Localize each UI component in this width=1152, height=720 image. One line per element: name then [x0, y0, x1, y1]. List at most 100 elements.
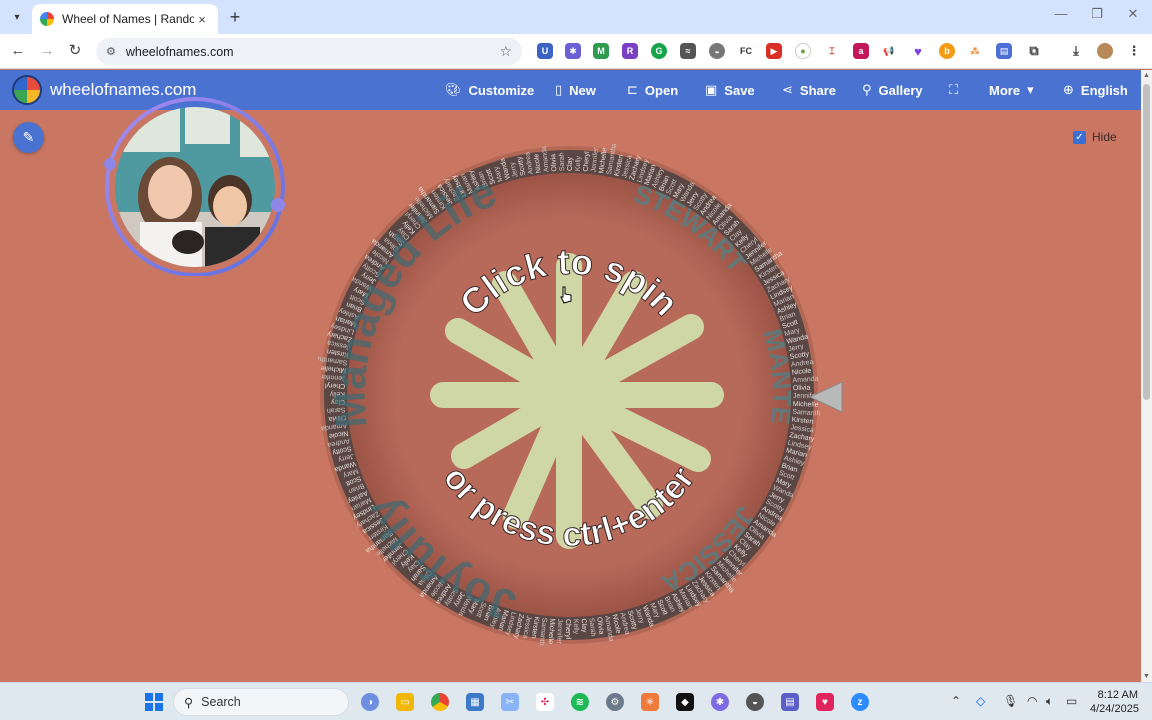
- file-icon: ▯: [555, 82, 563, 97]
- windows-taskbar: ⚲ Search ◑ ▭ ▦ ✂ ✣ ≋ ⚙ ✳ ◆ ✱ ◒ ▤ ♥ z ⌃ ◇…: [0, 682, 1152, 720]
- wheel-entry-label: Cheryl: [564, 619, 571, 640]
- microphone-icon[interactable]: 🎙︎: [1003, 694, 1018, 708]
- wheel-logo-icon[interactable]: [12, 75, 42, 105]
- page-scrollbar[interactable]: ▲ ▼: [1141, 70, 1152, 682]
- chevron-down-icon: ▾: [1027, 82, 1034, 97]
- customize-button[interactable]: 🎨︎ Customize: [445, 82, 534, 98]
- back-icon[interactable]: ←: [9, 42, 27, 60]
- extension-blue-icon[interactable]: ▤: [996, 43, 1012, 59]
- extension-video-icon[interactable]: ▶: [766, 43, 782, 59]
- hide-toggle[interactable]: ✓ Hide: [1073, 130, 1117, 144]
- calculator-icon[interactable]: ▦: [466, 693, 484, 711]
- webcam-overlay: [104, 97, 285, 276]
- edit-pencil-button[interactable]: ✎: [13, 122, 44, 153]
- teams-chat-icon[interactable]: ▤: [781, 693, 799, 711]
- scroll-down-arrow-icon[interactable]: ▼: [1143, 673, 1150, 680]
- url-text: wheelofnames.com: [125, 44, 234, 59]
- extension-b-icon[interactable]: b: [939, 43, 955, 59]
- taskbar-search-placeholder: Search: [201, 695, 241, 709]
- extension-m-icon[interactable]: M: [593, 43, 609, 59]
- webcam-handle[interactable]: [104, 158, 116, 170]
- wheel-entry-label: Jennifer: [555, 619, 563, 645]
- more-button[interactable]: More ▾: [989, 82, 1034, 98]
- address-bar[interactable]: ⚙ wheelofnames.com ☆: [96, 38, 522, 65]
- extension-grammarly-icon[interactable]: G: [651, 43, 667, 59]
- file-explorer-icon[interactable]: ▭: [396, 693, 414, 711]
- site-info-icon[interactable]: ⚙: [106, 45, 116, 58]
- spotify-icon[interactable]: ≋: [571, 693, 589, 711]
- copilot-icon[interactable]: ◑: [361, 693, 379, 711]
- extension-snowflake-taskbar-icon[interactable]: ✱: [711, 693, 729, 711]
- wheel-pointer-icon: [808, 381, 843, 413]
- new-tab-button[interactable]: +: [226, 8, 244, 26]
- wheel-entry-label: Kelly: [572, 619, 580, 635]
- settings-gear-icon[interactable]: ⚙: [606, 693, 624, 711]
- extensions-puzzle-icon[interactable]: ⧉: [1026, 43, 1042, 59]
- wheel-entry-label: Sarah: [559, 152, 567, 171]
- obs-icon[interactable]: ◒: [746, 693, 764, 711]
- capcut-icon[interactable]: ◆: [676, 693, 694, 711]
- fullscreen-icon: ⛶: [949, 82, 959, 97]
- extension-dot-icon[interactable]: ●: [795, 43, 811, 59]
- reload-icon[interactable]: ↻: [66, 42, 84, 60]
- save-button[interactable]: ▣ Save: [705, 82, 755, 98]
- extension-megaphone-icon[interactable]: 📢: [881, 43, 897, 59]
- fullscreen-button[interactable]: ⛶: [949, 82, 958, 98]
- claude-icon[interactable]: ✳: [641, 693, 659, 711]
- extension-heart-icon[interactable]: ♥: [910, 43, 926, 59]
- wheel-of-names[interactable]: JenniferMichelleSamanthaKirstenJessicaZa…: [318, 144, 820, 646]
- clock-date: 4/24/2025: [1090, 703, 1139, 715]
- share-button[interactable]: ⋖ Share: [782, 82, 836, 98]
- floppy-icon: ▣: [705, 82, 718, 97]
- extension-cut-icon[interactable]: ⌶: [824, 43, 840, 59]
- hide-label: Hide: [1092, 130, 1117, 144]
- windows-start-icon[interactable]: [145, 693, 163, 711]
- hide-checkbox[interactable]: ✓: [1073, 130, 1086, 144]
- minimize-icon[interactable]: —: [1051, 6, 1071, 21]
- browser-tab[interactable]: Wheel of Names | Random nam ×: [32, 4, 218, 34]
- extension-snowflake-icon[interactable]: ✱: [565, 43, 581, 59]
- scroll-up-arrow-icon[interactable]: ▲: [1143, 72, 1150, 79]
- extension-a-icon[interactable]: a: [853, 43, 869, 59]
- extension-shield-icon[interactable]: U: [537, 43, 553, 59]
- scrollbar-thumb[interactable]: [1143, 84, 1150, 400]
- extension-molecule-icon[interactable]: ⁂: [967, 43, 983, 59]
- extension-fc-icon[interactable]: FC: [738, 43, 754, 59]
- extension-r-icon[interactable]: R: [622, 43, 638, 59]
- wheel-entry-label: Olivia: [550, 154, 558, 172]
- taskbar-clock[interactable]: 8:12 AM 4/24/2025: [1090, 688, 1139, 716]
- pocket-icon[interactable]: ♥: [816, 693, 834, 711]
- language-button[interactable]: ⊕ English: [1063, 82, 1128, 98]
- new-button[interactable]: ▯ New: [555, 82, 596, 98]
- bookmark-star-icon[interactable]: ☆: [499, 43, 512, 60]
- volume-icon[interactable]: 🔈︎: [1046, 694, 1053, 709]
- wifi-icon[interactable]: ◠: [1027, 694, 1037, 708]
- mouse-hand-cursor-icon: [560, 286, 572, 304]
- snipping-tool-icon[interactable]: ✂: [501, 693, 519, 711]
- share-icon: ⋖: [782, 82, 793, 97]
- forward-icon[interactable]: →: [38, 42, 56, 60]
- tab-close-icon[interactable]: ×: [194, 12, 210, 27]
- extension-circle-icon[interactable]: ◒: [709, 43, 725, 59]
- tray-chevron-up-icon[interactable]: ⌃: [951, 694, 961, 708]
- restore-icon[interactable]: ❐: [1087, 6, 1107, 22]
- taskbar-search[interactable]: ⚲ Search: [173, 688, 349, 716]
- webcam-resize-handle[interactable]: [271, 198, 285, 212]
- slack-icon[interactable]: ✣: [536, 693, 554, 711]
- wheel-entry-label: Clay: [567, 156, 574, 171]
- gallery-button[interactable]: ⚲ Gallery: [862, 82, 923, 98]
- browser-menu-icon[interactable]: ⋮: [1126, 43, 1142, 59]
- wheel-entry-label: Kelly: [575, 155, 583, 171]
- webcam-feed: [115, 107, 275, 267]
- tab-search-icon[interactable]: ▾: [8, 8, 26, 26]
- zoom-icon[interactable]: z: [851, 693, 869, 711]
- extension-pen-icon[interactable]: ≈: [680, 43, 696, 59]
- profile-avatar[interactable]: [1097, 43, 1113, 59]
- window-close-icon[interactable]: ✕: [1123, 6, 1143, 22]
- dropbox-icon[interactable]: ◇: [976, 694, 985, 708]
- download-icon[interactable]: ⤓: [1068, 43, 1084, 59]
- chrome-icon[interactable]: [431, 693, 449, 711]
- tab-title: Wheel of Names | Random nam: [62, 12, 194, 26]
- open-button[interactable]: ⊏ Open: [627, 82, 678, 98]
- battery-icon[interactable]: ▭: [1066, 694, 1077, 708]
